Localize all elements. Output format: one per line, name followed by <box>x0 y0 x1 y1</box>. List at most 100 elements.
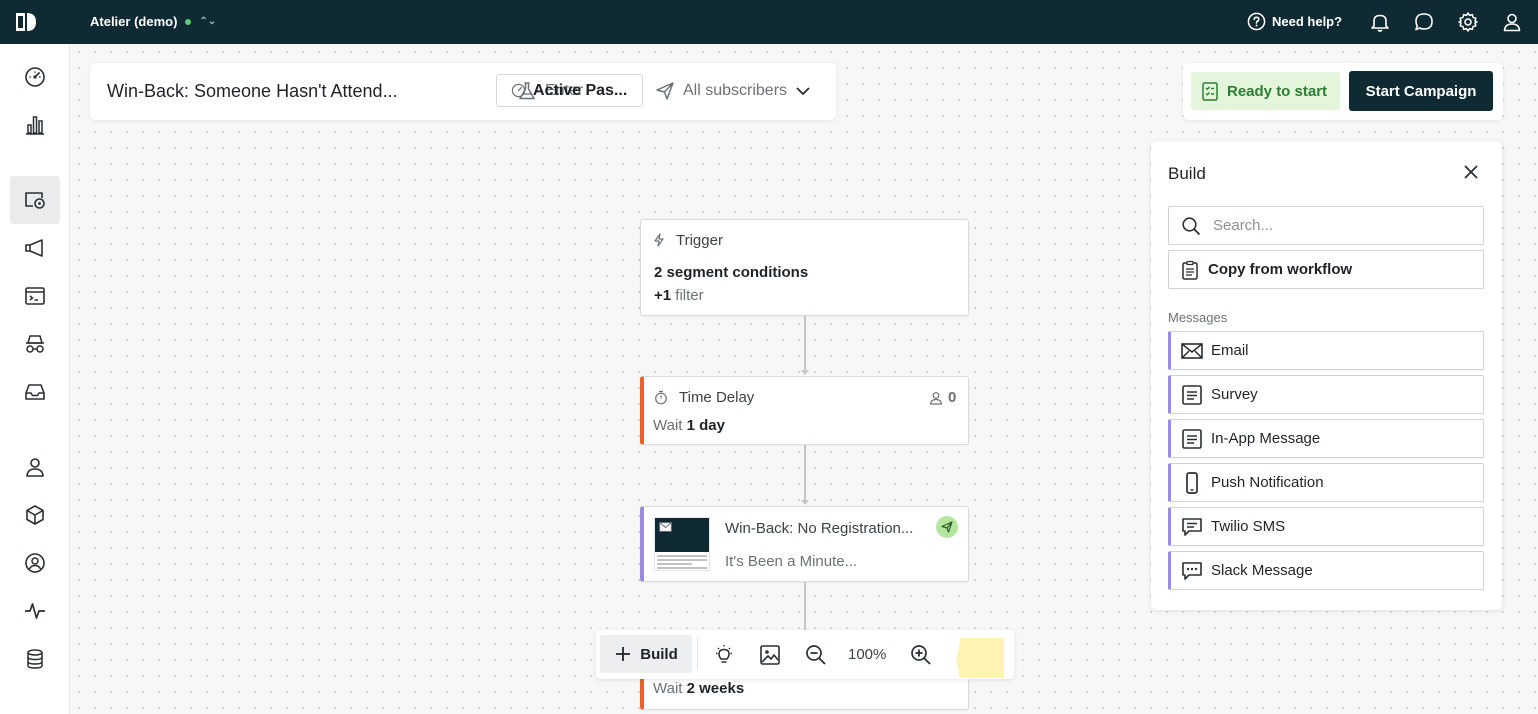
data-icon <box>23 647 47 671</box>
connector-arrow <box>801 370 809 375</box>
delay-wait: Wait 1 day <box>653 417 725 434</box>
trigger-node[interactable]: Trigger 2 segment conditions +1 filter <box>640 219 969 316</box>
workspace-name: Atelier (demo) <box>90 14 178 29</box>
start-campaign-button[interactable]: Start Campaign <box>1349 71 1493 111</box>
sidebar-item-objects[interactable] <box>10 491 60 539</box>
user-icon[interactable] <box>1501 11 1523 33</box>
campaign-status-dropdown[interactable]: Active Pas... <box>496 74 643 107</box>
ready-status-badge[interactable]: Ready to start <box>1191 72 1340 110</box>
message-item-label: Push Notification <box>1211 474 1324 491</box>
build-search-input[interactable] <box>1213 217 1463 234</box>
sent-icon <box>936 516 958 538</box>
delay2-wait-value: 2 weeks <box>686 680 745 697</box>
objects-icon <box>23 503 47 527</box>
zoom-level: 100% <box>848 646 887 663</box>
top-bar: Atelier (demo) ⌃⌄ Need help? <box>0 0 1538 44</box>
zoom-out-icon[interactable] <box>804 643 828 667</box>
sidebar-item-accounts[interactable] <box>10 539 60 587</box>
connector-arrow <box>801 500 809 505</box>
message-item-label: Slack Message <box>1211 562 1313 579</box>
time-delay-node-2[interactable]: Wait 2 weeks <box>640 674 969 710</box>
sidebar-item-segments[interactable] <box>10 320 60 368</box>
email-icon <box>659 522 672 532</box>
message-item-slack[interactable]: Slack Message <box>1168 551 1484 590</box>
message-item-survey[interactable]: Survey <box>1168 375 1484 414</box>
search-icon <box>1181 216 1201 236</box>
sidebar-item-dashboard[interactable] <box>10 53 60 101</box>
lightbulb-icon[interactable] <box>712 643 736 667</box>
message-item-label: Survey <box>1211 386 1258 403</box>
sidebar-item-broadcasts[interactable] <box>10 224 60 272</box>
analytics-icon <box>23 113 47 137</box>
broadcasts-icon <box>23 236 47 260</box>
copy-from-workflow-button[interactable]: Copy from workflow <box>1168 250 1484 289</box>
build-button[interactable]: Build <box>600 635 692 673</box>
campaign-status-label: Active Pas... <box>533 81 628 99</box>
zoom-in-icon[interactable] <box>909 643 933 667</box>
email-title: Win-Back: No Registration... <box>725 520 914 537</box>
slack-message-icon <box>1181 561 1203 581</box>
people-icon <box>23 455 47 479</box>
toolbar-divider <box>697 638 698 670</box>
inbox-icon <box>23 380 47 404</box>
sidebar-item-people[interactable] <box>10 443 60 491</box>
message-item-in-app[interactable]: In-App Message <box>1168 419 1484 458</box>
email-thumbnail <box>654 517 710 571</box>
audience-dropdown[interactable]: All subscribers <box>655 81 811 101</box>
message-item-email[interactable]: Email <box>1168 331 1484 370</box>
sidebar-item-analytics[interactable] <box>10 101 60 149</box>
trigger-filter: +1 filter <box>654 287 704 304</box>
sidebar-item-data[interactable] <box>10 635 60 683</box>
ready-status-label: Ready to start <box>1227 82 1328 100</box>
help-button[interactable]: Need help? <box>1247 12 1342 31</box>
chevron-down-icon <box>795 83 811 99</box>
campaigns-icon <box>23 188 47 212</box>
image-icon[interactable] <box>758 643 782 667</box>
audience-label: All subscribers <box>683 82 788 99</box>
sidebar-item-activity[interactable] <box>10 587 60 635</box>
close-icon[interactable] <box>1462 163 1480 181</box>
sidebar-item-campaigns[interactable] <box>10 176 60 224</box>
bell-icon[interactable] <box>1369 11 1391 33</box>
message-item-label: Email <box>1211 342 1249 359</box>
gear-icon[interactable] <box>1457 11 1479 33</box>
delay-wait-value: 1 day <box>686 417 725 434</box>
in-app-icon <box>1181 428 1203 449</box>
delay-title: Time Delay <box>679 389 755 406</box>
delay-wait-prefix: Wait <box>653 417 683 434</box>
trigger-filter-word: filter <box>675 287 704 304</box>
chat-icon[interactable] <box>1413 11 1435 33</box>
dashboard-icon <box>23 65 47 89</box>
sidebar-item-transactional[interactable] <box>10 272 60 320</box>
send-icon <box>655 81 675 101</box>
message-item-label: Twilio SMS <box>1211 518 1286 535</box>
sidebar-item-inbox[interactable] <box>10 368 60 416</box>
chevron-updown-icon: ⌃⌄ <box>199 15 217 27</box>
workspace-status-dot <box>185 18 192 25</box>
sms-icon <box>1181 517 1203 537</box>
trigger-title: Trigger <box>676 232 723 249</box>
build-panel-title: Build <box>1168 164 1206 183</box>
phone-icon <box>1181 471 1203 494</box>
workspace-switcher[interactable]: Atelier (demo) ⌃⌄ <box>90 14 216 29</box>
build-search-field[interactable] <box>1168 206 1484 245</box>
copy-from-workflow-label: Copy from workflow <box>1208 261 1353 278</box>
build-panel: Build Copy from workflow Messages Email … <box>1151 141 1502 610</box>
email-subject: It's Been a Minute... <box>725 553 858 570</box>
accounts-icon <box>23 551 47 575</box>
message-item-sms[interactable]: Twilio SMS <box>1168 507 1484 546</box>
canvas-toolbar: Build 100% <box>596 630 1014 679</box>
delay2-wait-prefix: Wait <box>653 680 683 697</box>
workflow-title[interactable]: Win-Back: Someone Hasn't Attend... <box>107 81 398 102</box>
time-delay-node[interactable]: Time Delay 0 Wait 1 day <box>640 376 969 445</box>
trigger-filter-count: +1 <box>654 287 672 304</box>
survey-icon <box>1181 384 1203 405</box>
sticky-note-icon[interactable] <box>956 638 1004 678</box>
email-node[interactable]: Win-Back: No Registration... It's Been a… <box>640 506 969 582</box>
plus-icon <box>614 645 632 663</box>
sidebar <box>0 44 70 714</box>
app-logo-icon[interactable] <box>14 11 38 33</box>
messages-section-label: Messages <box>1168 310 1228 325</box>
message-item-push[interactable]: Push Notification <box>1168 463 1484 502</box>
message-item-label: In-App Message <box>1211 430 1321 447</box>
